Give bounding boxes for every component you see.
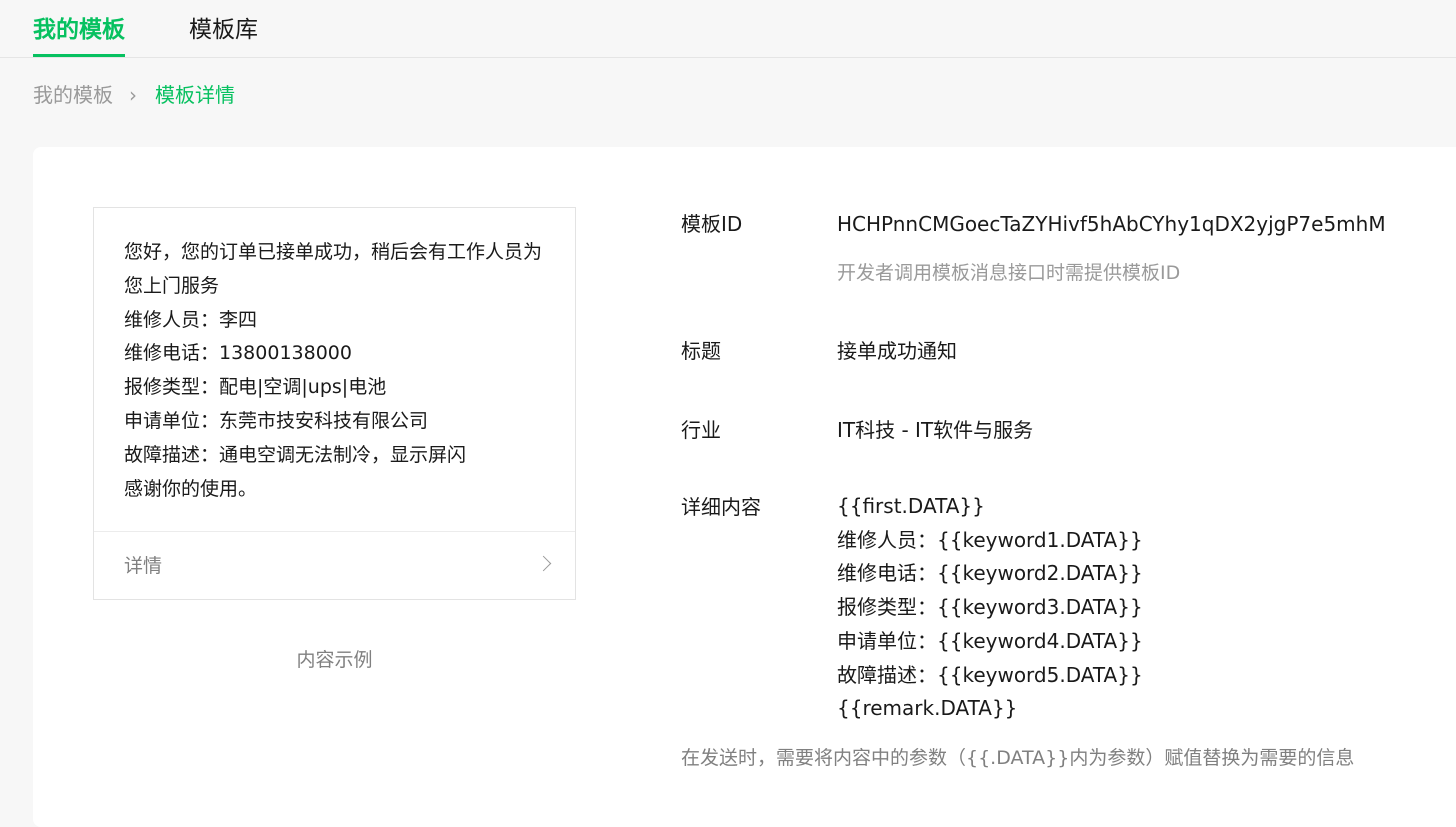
content-label: 详细内容 (681, 495, 761, 519)
content-value: {{first.DATA}} 维修人员：{{keyword1.DATA}} 维修… (837, 490, 1143, 726)
top-tabs: 我的模板 模板库 (0, 0, 1456, 58)
tab-template-library[interactable]: 模板库 (189, 14, 258, 46)
title-label: 标题 (681, 339, 721, 363)
content-line: 故障描述：{{keyword5.DATA}} (837, 662, 1143, 687)
content-line: 申请单位：{{keyword4.DATA}} (837, 628, 1143, 653)
content-line: 维修人员：{{keyword1.DATA}} (837, 527, 1143, 552)
example-caption: 内容示例 (296, 649, 373, 671)
template-id-label: 模板ID (681, 212, 743, 236)
breadcrumb: 我的模板 › 模板详情 (33, 80, 235, 110)
preview-line: 申请单位：东莞市技安科技有限公司 (124, 409, 429, 432)
title-value: 接单成功通知 (837, 339, 957, 363)
preview-line: 故障描述：通电空调无法制冷，显示屏闪 (124, 443, 467, 466)
preview-content: 您好，您的订单已接单成功，稍后会有工作人员为您上门服务 维修人员：李四 维修电话… (124, 236, 554, 506)
template-id-hint: 开发者调用模板消息接口时需提供模板ID (837, 262, 1181, 284)
message-preview: 您好，您的订单已接单成功，稍后会有工作人员为您上门服务 维修人员：李四 维修电话… (93, 207, 576, 600)
breadcrumb-my-templates[interactable]: 我的模板 (33, 80, 113, 110)
preview-details-label: 详情 (124, 555, 163, 577)
industry-label: 行业 (681, 418, 721, 442)
preview-line: 感谢你的使用。 (124, 477, 258, 500)
preview-details-link[interactable]: 详情 (94, 531, 575, 600)
preview-line: 报修类型：配电|空调|ups|电池 (124, 376, 387, 399)
preview-line: 维修人员：李四 (124, 308, 258, 331)
preview-line: 您好，您的订单已接单成功，稍后会有工作人员为您上门服务 (124, 241, 543, 297)
preview-line: 维修电话：13800138000 (124, 342, 352, 365)
content-line: 维修电话：{{keyword2.DATA}} (837, 561, 1143, 586)
breadcrumb-current: 模板详情 (155, 83, 235, 107)
content-line: 报修类型：{{keyword3.DATA}} (837, 595, 1143, 620)
chevron-right-icon (535, 555, 552, 572)
tab-my-templates[interactable]: 我的模板 (33, 14, 125, 57)
industry-value: IT科技 - IT软件与服务 (837, 418, 1034, 442)
content-line: {{remark.DATA}} (837, 696, 1018, 721)
template-detail-card: 您好，您的订单已接单成功，稍后会有工作人员为您上门服务 维修人员：李四 维修电话… (33, 147, 1456, 827)
template-id-value: HCHPnnCMGoecTaZYHivf5hAbCYhy1qDX2yjgP7e5… (837, 212, 1386, 236)
content-line: {{first.DATA}} (837, 494, 985, 518)
chevron-right-icon: › (129, 83, 137, 107)
parameter-footnote: 在发送时，需要将内容中的参数（{{.DATA}}内为参数）赋值替换为需要的信息 (681, 747, 1355, 769)
